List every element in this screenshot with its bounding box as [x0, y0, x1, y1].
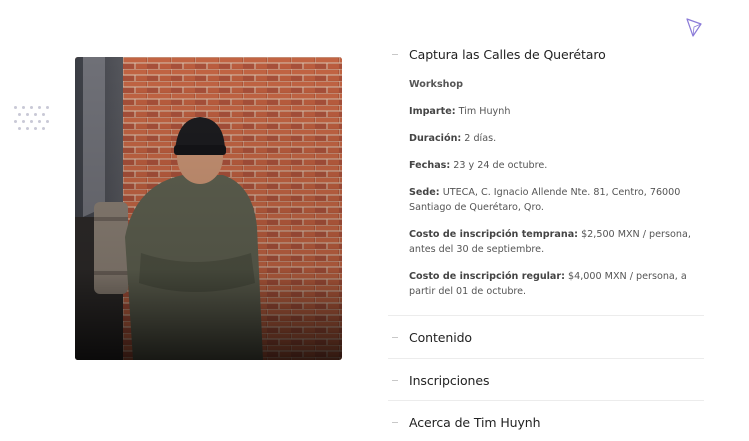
triangle-outline-icon — [684, 17, 704, 39]
accordion-body-workshop: Workshop Imparte: Tim Huynh Duración: 2 … — [388, 62, 704, 315]
detail-dates: Fechas: 23 y 24 de octubre. — [409, 160, 548, 171]
detail-venue: Sede: UTECA, C. Ignacio Allende Nte. 81,… — [409, 187, 681, 213]
accordion-item-inscripciones[interactable]: Inscripciones — [388, 359, 704, 401]
dot-grid-icon — [14, 106, 54, 132]
accordion-title-acerca[interactable]: Acerca de Tim Huynh — [388, 401, 704, 430]
workshop-accordion: Captura las Calles de Querétaro Workshop… — [388, 38, 704, 441]
detail-instructor: Imparte: Tim Huynh — [409, 106, 511, 117]
accordion-marker — [392, 54, 398, 55]
detail-regular-price: Costo de inscripción regular: $4,000 MXN… — [409, 271, 687, 297]
accordion-item-contenido[interactable]: Contenido — [388, 316, 704, 359]
accordion-item-workshop: Captura las Calles de Querétaro Workshop… — [388, 38, 704, 316]
accordion-marker — [392, 422, 398, 423]
accordion-title-inscripciones[interactable]: Inscripciones — [388, 359, 704, 388]
workshop-type: Workshop — [409, 79, 463, 90]
instructor-photo — [75, 57, 342, 360]
detail-duration: Duración: 2 días. — [409, 133, 497, 144]
detail-early-price: Costo de inscripción temprana: $2,500 MX… — [409, 229, 691, 255]
accordion-marker — [392, 379, 398, 381]
accordion-title-workshop[interactable]: Captura las Calles de Querétaro — [388, 38, 704, 62]
accordion-marker — [392, 337, 398, 338]
accordion-title-contenido[interactable]: Contenido — [388, 316, 704, 345]
accordion-item-acerca[interactable]: Acerca de Tim Huynh — [388, 401, 704, 441]
